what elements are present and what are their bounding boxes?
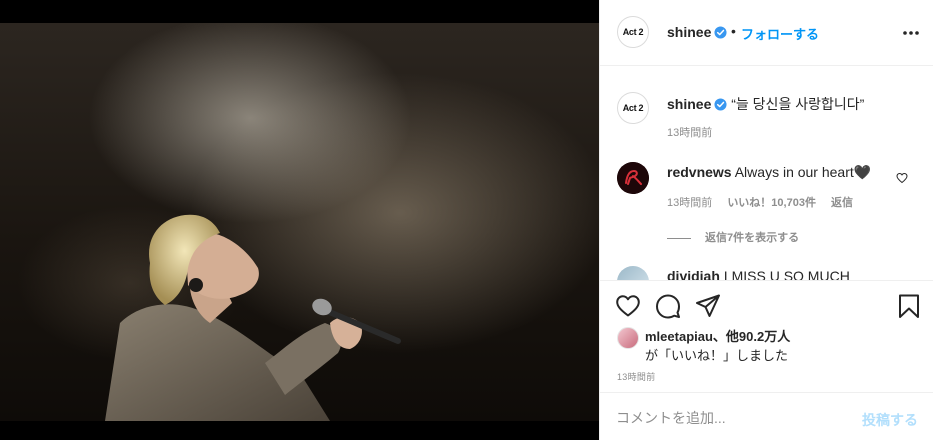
post-header: Act 2 shinee • フォローする: [600, 0, 933, 66]
commenter-username[interactable]: redvnews: [667, 164, 732, 180]
header-separator: •: [731, 23, 736, 39]
post-sidebar: Act 2 shinee • フォローする Act 2 shinee “늘 당신…: [599, 0, 933, 440]
view-replies-button[interactable]: 返信7件を表示する: [667, 229, 799, 245]
caption-text: “늘 당신을 사랑합니다”: [731, 96, 865, 112]
comment-text: Always in our heart🖤: [734, 164, 872, 180]
post-photo[interactable]: [0, 23, 599, 421]
commenter-avatar[interactable]: [617, 266, 649, 280]
caption-avatar[interactable]: Act 2: [617, 92, 649, 124]
share-paper-plane-icon[interactable]: [695, 293, 721, 319]
commenter-logo-icon: [617, 162, 649, 194]
comment-time[interactable]: 13時間前: [667, 197, 712, 209]
likes-others[interactable]: 、他90.2万人: [713, 329, 790, 344]
like-heart-icon[interactable]: [615, 293, 641, 319]
post-actions: mleetapiau、他90.2万人 が「いいね！」しました 13時間前: [600, 280, 933, 392]
follow-button[interactable]: フォローする: [741, 24, 819, 43]
caption-time: 13時間前: [667, 127, 713, 139]
comment-bubble-icon[interactable]: [655, 293, 681, 319]
post-photo-artwork: [105, 214, 401, 421]
comment-text: I MISS U SO MUCH: [723, 268, 850, 280]
author-username-text[interactable]: shinee: [667, 24, 711, 40]
comment-line: dividiah I MISS U SO MUCH: [667, 268, 850, 280]
caption-username[interactable]: shinee: [667, 96, 711, 112]
commenter-avatar[interactable]: [617, 162, 649, 194]
photo-pane: [0, 0, 599, 440]
view-replies-label: 返信7件を表示する: [705, 232, 800, 244]
comment-like-icon[interactable]: [896, 172, 908, 184]
save-bookmark-icon[interactable]: [896, 293, 922, 319]
more-options-icon[interactable]: [901, 25, 921, 41]
reply-button[interactable]: 返信: [831, 197, 853, 209]
liker-avatar[interactable]: [617, 327, 639, 349]
commenter-username[interactable]: dividiah: [667, 268, 720, 280]
author-username[interactable]: shinee: [667, 24, 727, 40]
caption-line: shinee “늘 당신을 사랑합니다”: [667, 94, 864, 114]
add-comment-bar: 投稿する: [600, 392, 933, 440]
post-timestamp[interactable]: 13時間前: [617, 370, 656, 383]
verified-badge-icon: [714, 26, 727, 39]
comment-likes[interactable]: いいね！10,703件: [727, 197, 816, 209]
comment-input[interactable]: [616, 407, 846, 429]
author-avatar[interactable]: Act 2: [617, 16, 649, 48]
comment-line: redvnews Always in our heart🖤: [667, 164, 871, 181]
replies-divider: [667, 237, 691, 239]
likes-suffix: が「いいね！」しました: [645, 348, 789, 363]
verified-badge-icon: [714, 98, 727, 111]
comment-meta: 13時間前 いいね！10,703件 返信: [667, 194, 865, 210]
post-comment-button[interactable]: 投稿する: [862, 410, 918, 430]
likes-summary: mleetapiau、他90.2万人: [645, 326, 790, 345]
comments-list[interactable]: Act 2 shinee “늘 당신을 사랑합니다” 13時間前 redvnew…: [600, 66, 933, 280]
liker-username[interactable]: mleetapiau: [645, 329, 713, 344]
